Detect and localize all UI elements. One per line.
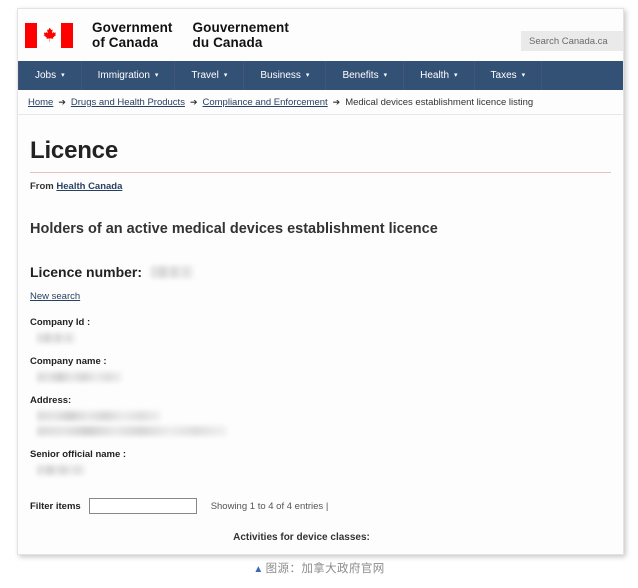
- chevron-down-icon: ▾: [223, 71, 228, 79]
- wordmark-fr-line2: du Canada: [192, 35, 263, 50]
- wordmark-fr-line1: Gouvernement: [192, 19, 290, 35]
- flag-left-bar: [25, 22, 37, 48]
- screenshot-source-caption: ▲ 图源：加拿大政府官网: [0, 560, 638, 576]
- nav-label: Health: [420, 70, 449, 81]
- chevron-down-icon: ▾: [521, 71, 526, 79]
- field-value-company-id-redacted: [37, 333, 75, 343]
- breadcrumb-item-compliance-and-enforcement[interactable]: Compliance and Enforcement: [203, 97, 328, 108]
- table-caption: Activities for device classes:: [233, 532, 370, 543]
- nav-label: Travel: [191, 70, 219, 81]
- main-content: Licence From Health Canada Holders of an…: [18, 137, 623, 554]
- section-heading: Holders of an active medical devices est…: [30, 221, 438, 237]
- filter-row: Filter items Showing 1 to 4 of 4 entries…: [30, 498, 613, 514]
- field-label-address: Address:: [30, 395, 72, 406]
- canada-flag-icon: [25, 22, 73, 48]
- nav-item-taxes[interactable]: Taxes ▾: [475, 61, 543, 90]
- field-label-senior-official-name: Senior official name :: [30, 449, 127, 460]
- nav-item-business[interactable]: Business ▾: [244, 61, 327, 90]
- activities-table: Device classes Distribute Import Manufac…: [28, 552, 613, 554]
- field-label-company-name: Company name :: [30, 356, 107, 367]
- column-header-import[interactable]: Import: [346, 552, 498, 554]
- browser-page-card: Government of Canada Gouvernement du Can…: [17, 8, 624, 555]
- field-value-address-line1-redacted: [37, 411, 161, 421]
- entries-info-text: Showing 1 to 4 of 4 entries |: [210, 500, 329, 512]
- chevron-down-icon: ▾: [305, 71, 310, 79]
- from-prefix-label: From: [30, 181, 54, 192]
- breadcrumb-separator-icon: ➔: [332, 96, 341, 107]
- wordmark-en-line2: of Canada: [92, 35, 159, 50]
- new-search-link[interactable]: New search: [30, 291, 80, 302]
- wordmark-french: Gouvernement du Canada: [193, 20, 289, 50]
- chevron-down-icon: ▾: [154, 71, 159, 79]
- wordmark-english: Government of Canada: [92, 20, 173, 50]
- nav-item-jobs[interactable]: Jobs ▾: [18, 61, 82, 90]
- nav-item-health[interactable]: Health ▾: [404, 61, 475, 90]
- search-input[interactable]: [521, 31, 623, 51]
- chevron-down-icon: ▾: [454, 71, 458, 79]
- field-value-company-name-redacted: [37, 372, 122, 382]
- breadcrumb-separator-icon: ➔: [58, 96, 66, 107]
- breadcrumb-item-drugs-and-health-products[interactable]: Drugs and Health Products: [71, 97, 185, 108]
- maple-leaf-icon: [43, 27, 56, 42]
- column-header-manufacture[interactable]: Manufacture: [497, 552, 613, 554]
- field-label-company-id: Company Id :: [30, 317, 91, 328]
- title-underline-rule: [30, 172, 611, 173]
- licence-number-value-redacted: [151, 266, 194, 278]
- from-line: From Health Canada: [30, 181, 613, 192]
- nav-label: Benefits: [342, 70, 379, 81]
- nav-item-benefits[interactable]: Benefits ▾: [326, 61, 405, 90]
- breadcrumb: Home ➔ Drugs and Health Products ➔ Compl…: [18, 90, 623, 115]
- triangle-marker-icon: ▲: [253, 564, 264, 575]
- filter-items-input[interactable]: [88, 498, 197, 514]
- column-header-distribute[interactable]: Distribute: [196, 552, 347, 554]
- breadcrumb-item-home[interactable]: Home: [28, 97, 53, 108]
- wordmark-en-line1: Government: [92, 19, 173, 35]
- nav-label: Business: [260, 70, 301, 81]
- chevron-down-icon: ▾: [61, 71, 65, 79]
- flag-center-panel: [37, 22, 61, 48]
- filter-items-label: Filter items: [30, 500, 81, 512]
- main-navigation: Jobs ▾ Immigration ▾ Travel ▾ Business ▾…: [18, 61, 623, 90]
- field-value-address-line2-redacted: [37, 426, 227, 436]
- nav-label: Jobs: [35, 70, 57, 81]
- field-value-senior-official-name-redacted: [37, 465, 85, 475]
- goc-header: Government of Canada Gouvernement du Can…: [18, 9, 623, 61]
- caption-text: 图源：加拿大政府官网: [265, 563, 385, 575]
- nav-label: Taxes: [490, 70, 517, 81]
- licence-number-row: Licence number:: [30, 264, 613, 280]
- flag-right-bar: [61, 22, 73, 48]
- nav-label: Immigration: [97, 70, 150, 81]
- breadcrumb-separator-icon: ➔: [189, 96, 198, 107]
- health-canada-link[interactable]: Health Canada: [56, 181, 122, 192]
- table-header-row: Device classes Distribute Import Manufac…: [28, 552, 613, 554]
- screenshot-canvas: Government of Canada Gouvernement du Can…: [0, 0, 638, 588]
- column-header-device-classes[interactable]: Device classes: [28, 552, 197, 554]
- page-title: Licence: [30, 137, 118, 164]
- nav-item-immigration[interactable]: Immigration ▾: [82, 61, 176, 90]
- breadcrumb-item-current: Medical devices establishment licence li…: [345, 96, 534, 108]
- chevron-down-icon: ▾: [383, 71, 388, 79]
- nav-item-travel[interactable]: Travel ▾: [175, 61, 245, 90]
- licence-number-label: Licence number:: [30, 264, 143, 280]
- goc-wordmark: Government of Canada Gouvernement du Can…: [92, 20, 289, 50]
